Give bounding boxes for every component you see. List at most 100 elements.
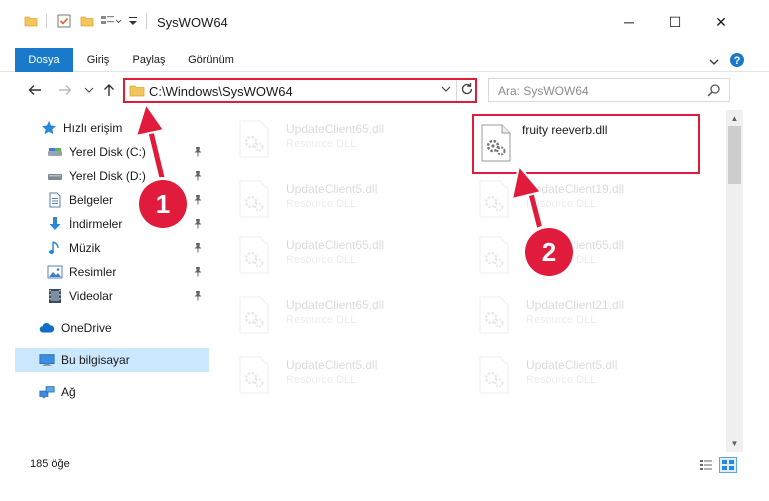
dll-file-icon — [238, 296, 270, 337]
customize-toolbar-icon[interactable] — [128, 10, 138, 32]
separator — [456, 80, 457, 101]
drive-icon — [47, 168, 63, 184]
scroll-thumb[interactable] — [728, 126, 741, 184]
step-marker-2: 2 — [525, 228, 573, 276]
sidebar-item-label: Belgeler — [69, 193, 114, 207]
videos-icon — [47, 288, 63, 304]
step-marker-1: 1 — [139, 180, 187, 228]
sidebar-item-label: OneDrive — [61, 321, 112, 335]
recent-locations-button[interactable] — [78, 79, 100, 101]
file-item[interactable]: UpdateClient21.dll Resource DLL — [470, 288, 700, 340]
maximize-button[interactable]: ☐ — [652, 8, 698, 36]
properties-icon[interactable] — [56, 10, 72, 32]
search-box[interactable]: Ara: SysWOW64 — [488, 78, 730, 102]
status-bar: 185 öğe — [0, 452, 769, 478]
view-options-icon[interactable] — [100, 10, 122, 32]
file-item[interactable]: UpdateClient65.dll Resource DLL — [470, 228, 700, 280]
dll-file-icon — [478, 236, 510, 277]
dll-file-icon — [238, 120, 270, 161]
file-item[interactable]: UpdateClient19.dll Resource DLL — [470, 172, 700, 224]
pin-icon[interactable] — [193, 218, 203, 232]
file-name: UpdateClient19.dll — [526, 182, 625, 196]
tab-view[interactable]: Görünüm — [180, 48, 242, 72]
folder-icon — [129, 83, 145, 101]
address-path[interactable]: C:\Windows\SysWOW64 — [149, 84, 293, 99]
sidebar-item-quick-access[interactable]: Hızlı erişim — [15, 116, 209, 140]
tab-home[interactable]: Giriş — [76, 48, 120, 72]
file-item[interactable]: UpdateClient65.dll Resource DLL — [230, 288, 460, 340]
sidebar-item-label: Yerel Disk (D:) — [69, 169, 146, 183]
sidebar-item-this-pc[interactable]: Bu bilgisayar — [15, 348, 209, 372]
forward-button[interactable] — [54, 79, 76, 101]
cloud-icon — [39, 320, 55, 336]
details-view-icon[interactable] — [697, 457, 715, 473]
minimize-button[interactable]: ─ — [606, 8, 652, 36]
drive-icon — [47, 144, 63, 160]
help-icon[interactable]: ? — [729, 52, 745, 71]
file-type: Resource DLL — [286, 198, 357, 210]
sidebar-item-pictures[interactable]: Resimler — [15, 260, 209, 284]
dll-file-icon — [238, 356, 270, 397]
file-type: Resource DLL — [526, 374, 597, 386]
pin-icon[interactable] — [193, 194, 203, 208]
sidebar-item-videos[interactable]: Videolar — [15, 284, 209, 308]
navigation-pane: Hızlı erişim Yerel Disk (C:) Yerel Disk … — [15, 110, 211, 450]
sidebar-item-label: Bu bilgisayar — [61, 353, 130, 367]
file-type: Resource DLL — [286, 138, 357, 150]
expand-ribbon-icon[interactable] — [709, 55, 719, 69]
scroll-up-icon[interactable]: ▲ — [726, 110, 743, 127]
pin-icon[interactable] — [193, 170, 203, 184]
tab-share[interactable]: Paylaş — [124, 48, 174, 72]
file-item-fruity-reeverb[interactable]: fruity reeverb.dll — [472, 114, 700, 174]
search-input[interactable]: Ara: SysWOW64 — [498, 84, 589, 98]
new-folder-icon[interactable] — [80, 10, 94, 32]
tiles-view-icon[interactable] — [719, 457, 737, 473]
up-button[interactable] — [98, 79, 120, 101]
close-button[interactable]: ✕ — [698, 8, 744, 36]
chevron-down-icon[interactable] — [441, 84, 451, 96]
scroll-down-icon[interactable]: ▼ — [726, 435, 743, 452]
dll-file-icon — [478, 180, 510, 221]
sidebar-item-local-disk-d[interactable]: Yerel Disk (D:) — [15, 164, 209, 188]
item-count: 185 öğe — [30, 458, 70, 470]
file-type: Resource DLL — [286, 314, 357, 326]
refresh-icon[interactable] — [460, 82, 474, 99]
file-name: fruity reeverb.dll — [522, 123, 608, 137]
pin-icon[interactable] — [193, 266, 203, 280]
sidebar-item-label: Hızlı erişim — [63, 121, 123, 135]
search-icon[interactable] — [707, 83, 721, 100]
file-name: UpdateClient65.dll — [286, 122, 385, 136]
sidebar-item-onedrive[interactable]: OneDrive — [15, 316, 209, 340]
file-list: UpdateClient65.dll Resource DLL fruity r… — [214, 110, 726, 450]
file-item[interactable]: UpdateClient5.dll Resource DLL — [470, 348, 700, 400]
pin-icon[interactable] — [193, 146, 203, 160]
file-item[interactable]: UpdateClient5.dll Resource DLL — [230, 348, 460, 400]
sidebar-item-label: Ağ — [61, 385, 76, 399]
file-name: UpdateClient5.dll — [286, 358, 378, 372]
download-icon — [47, 216, 63, 232]
tab-file[interactable]: Dosya — [15, 48, 73, 72]
documents-icon — [47, 192, 63, 208]
address-bar[interactable]: C:\Windows\SysWOW64 — [123, 78, 477, 103]
pin-icon[interactable] — [193, 242, 203, 256]
file-item[interactable]: UpdateClient65.dll Resource DLL — [230, 112, 460, 164]
sidebar-item-local-disk-c[interactable]: Yerel Disk (C:) — [15, 140, 209, 164]
sidebar-item-music[interactable]: Müzik — [15, 236, 209, 260]
network-icon — [39, 384, 55, 400]
file-type: Resource DLL — [526, 314, 597, 326]
star-icon — [41, 120, 57, 136]
sidebar-item-label: Yerel Disk (C:) — [69, 145, 146, 159]
music-icon — [47, 240, 63, 256]
vertical-scrollbar[interactable]: ▲ ▼ — [726, 110, 743, 452]
back-button[interactable] — [24, 79, 46, 101]
pin-icon[interactable] — [193, 290, 203, 304]
folder-icon — [24, 10, 38, 32]
file-type: Resource DLL — [526, 198, 597, 210]
sidebar-item-network[interactable]: Ağ — [15, 380, 209, 404]
pictures-icon — [47, 264, 63, 280]
file-item[interactable]: UpdateClient65.dll Resource DLL — [230, 228, 460, 280]
ribbon-tabs: Dosya Giriş Paylaş Görünüm ? — [0, 48, 769, 72]
file-item[interactable]: UpdateClient5.dll Resource DLL — [230, 172, 460, 224]
sidebar-item-label: Resimler — [69, 265, 117, 279]
svg-text:?: ? — [734, 55, 741, 67]
